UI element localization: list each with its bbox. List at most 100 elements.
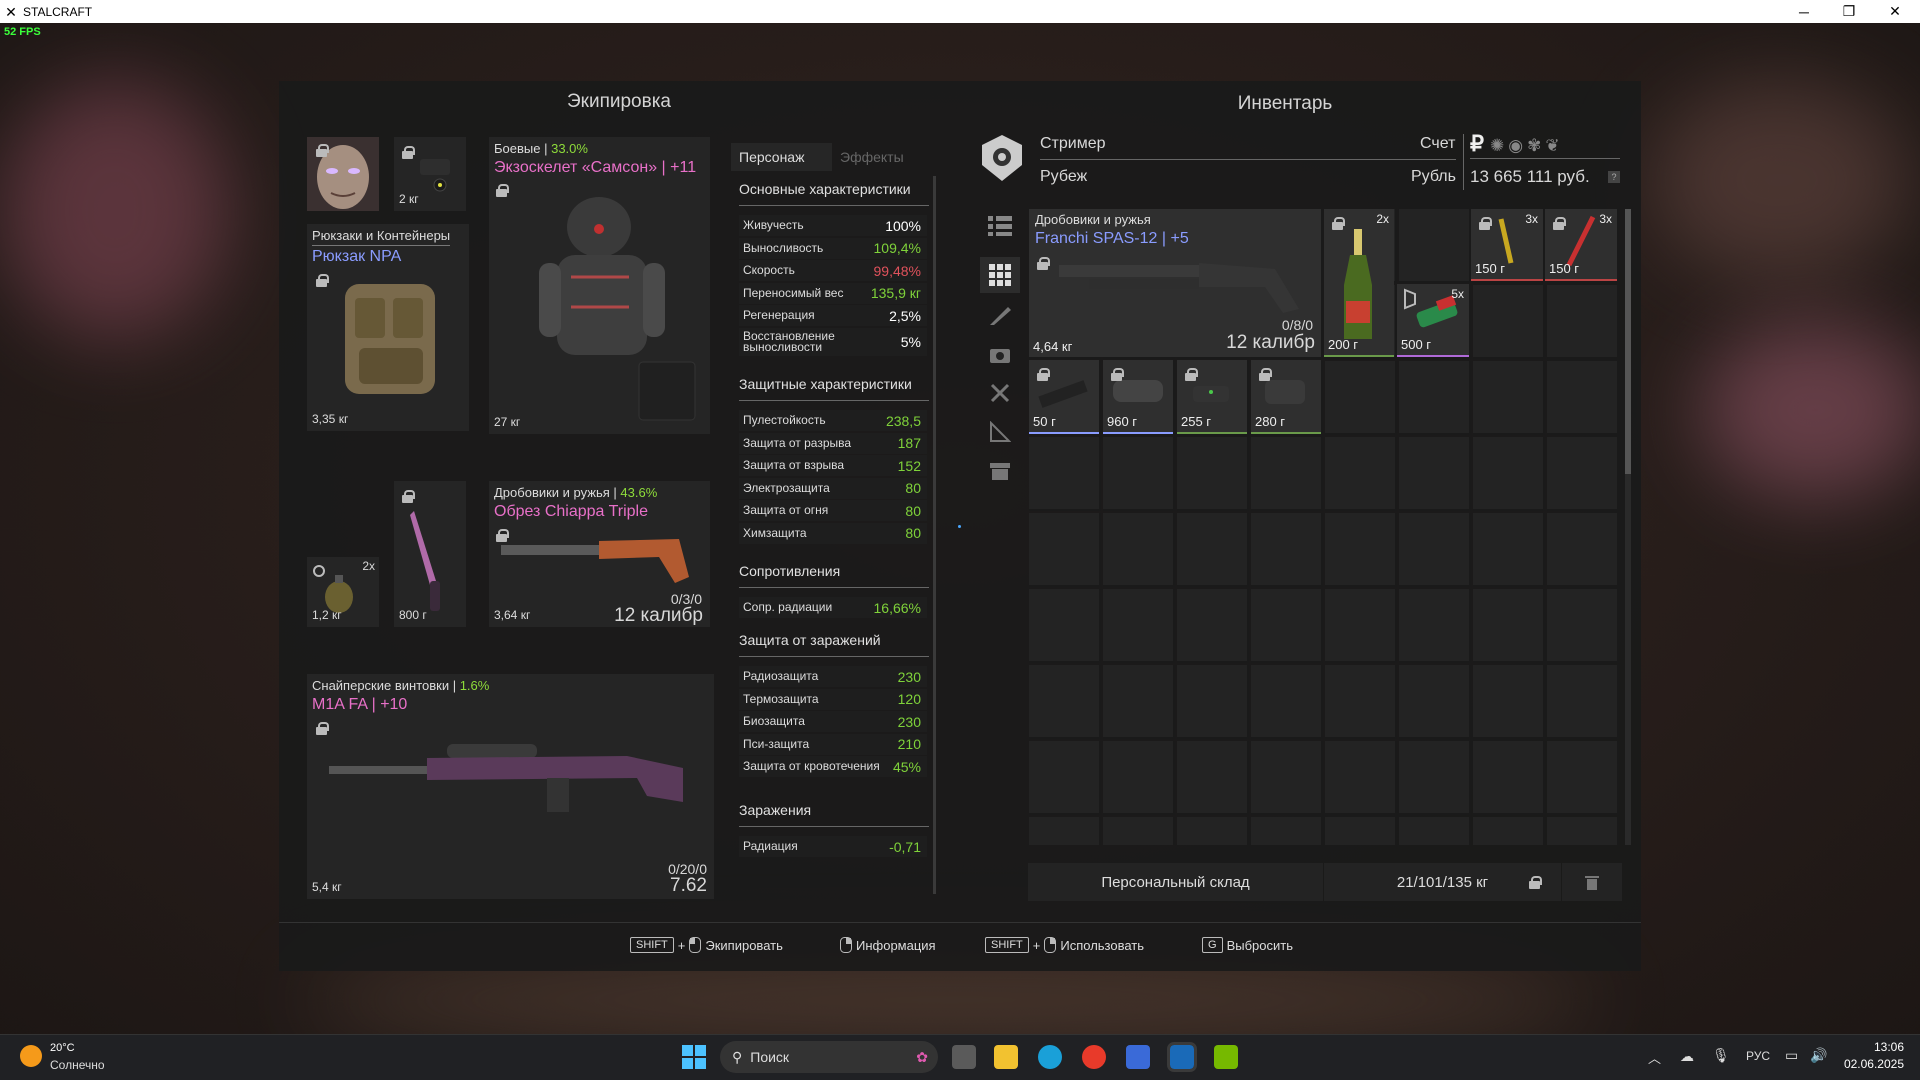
inventory-cell[interactable] — [1177, 589, 1249, 663]
language-indicator[interactable]: РУС — [1746, 1049, 1770, 1063]
filter-misc-button[interactable] — [980, 414, 1020, 450]
filter-devices-button[interactable] — [980, 336, 1020, 372]
inventory-cell[interactable] — [1177, 513, 1249, 587]
inventory-cell[interactable] — [1399, 665, 1471, 739]
start-button[interactable] — [682, 1045, 706, 1074]
face-slot[interactable] — [307, 137, 379, 211]
filter-weapons-button[interactable] — [980, 297, 1020, 333]
minimize-button[interactable]: ─ — [1781, 0, 1827, 23]
inventory-cell[interactable] — [1251, 513, 1323, 587]
inventory-cell[interactable] — [1547, 817, 1619, 845]
inventory-cell[interactable] — [1547, 285, 1619, 359]
inventory-cell[interactable] — [1251, 437, 1323, 511]
inventory-cell[interactable] — [1325, 437, 1397, 511]
inventory-item-medkit[interactable]: 5x 500 г — [1397, 284, 1469, 357]
paw-currency-icon[interactable]: ✾ — [1527, 136, 1541, 156]
inventory-scrollbar[interactable] — [1625, 209, 1631, 845]
help-icon[interactable]: ? — [1608, 171, 1620, 183]
inventory-item-flare-red[interactable]: 3x 150 г — [1545, 209, 1617, 281]
nvidia-icon[interactable] — [1214, 1045, 1238, 1069]
inventory-cell[interactable] — [1473, 665, 1545, 739]
tab-character[interactable]: Персонаж — [731, 143, 832, 171]
inventory-item-rail[interactable]: 50 г — [1029, 360, 1099, 434]
head-device-slot[interactable]: 2 кг — [394, 137, 466, 211]
stats-scrollbar[interactable] — [933, 176, 936, 894]
inventory-cell[interactable] — [1399, 209, 1471, 283]
inventory-cell[interactable] — [1325, 513, 1397, 587]
inventory-cell[interactable] — [1103, 437, 1175, 511]
ruble-icon[interactable]: ₽ — [1470, 131, 1484, 157]
edge-browser-icon[interactable] — [1038, 1045, 1062, 1069]
clock-time[interactable]: 13:06 — [1844, 1040, 1904, 1054]
inventory-cell[interactable] — [1103, 665, 1175, 739]
tray-chevron-icon[interactable]: ︿ — [1648, 1048, 1661, 1067]
inventory-cell[interactable] — [1547, 665, 1619, 739]
close-button[interactable]: ✕ — [1872, 0, 1918, 23]
inventory-cell[interactable] — [1103, 817, 1175, 845]
lock-items-button[interactable] — [1508, 863, 1561, 901]
inventory-scroll-thumb[interactable] — [1625, 209, 1631, 474]
inventory-cell[interactable] — [1473, 361, 1545, 435]
microphone-icon[interactable]: 🎙 — [1712, 1047, 1730, 1064]
secondary-weapon-slot[interactable]: Дробовики и ружья | 43.6% Обрез Chiappa … — [489, 481, 710, 627]
grenade-slot[interactable]: 2x 1,2 кг — [307, 557, 379, 627]
inventory-cell[interactable] — [1399, 361, 1471, 435]
primary-weapon-slot[interactable]: Снайперские винтовки | 1.6% M1A FA | +10… — [307, 674, 714, 899]
inventory-cell[interactable] — [1547, 513, 1619, 587]
yandex-browser-icon[interactable] — [1082, 1045, 1106, 1069]
inventory-cell[interactable] — [1029, 817, 1101, 845]
inventory-cell[interactable] — [1251, 665, 1323, 739]
inventory-item-scope2[interactable]: 255 г — [1177, 360, 1247, 434]
feather-currency-icon[interactable]: ❦ — [1545, 136, 1559, 156]
filter-list-button[interactable] — [980, 208, 1020, 244]
inventory-cell[interactable] — [1399, 741, 1471, 815]
inventory-item-scope3[interactable]: 280 г — [1251, 360, 1321, 434]
inventory-cell[interactable] — [1251, 817, 1323, 845]
filter-tools-button[interactable] — [980, 375, 1020, 411]
task-view-icon[interactable] — [952, 1045, 976, 1069]
inventory-cell[interactable] — [1103, 589, 1175, 663]
inventory-cell[interactable] — [1473, 817, 1545, 845]
inventory-cell[interactable] — [1547, 589, 1619, 663]
inventory-cell[interactable] — [1399, 817, 1471, 845]
volume-icon[interactable]: 🔊 — [1810, 1047, 1827, 1064]
filter-grid-button[interactable] — [980, 257, 1020, 293]
inventory-cell[interactable] — [1399, 589, 1471, 663]
file-explorer-icon[interactable] — [994, 1045, 1018, 1069]
inventory-cell[interactable] — [1473, 741, 1545, 815]
inventory-cell[interactable] — [1251, 589, 1323, 663]
inventory-cell[interactable] — [1547, 361, 1619, 435]
inventory-cell[interactable] — [1029, 437, 1101, 511]
inventory-cell[interactable] — [1547, 437, 1619, 511]
filter-containers-button[interactable] — [980, 453, 1020, 489]
backpack-slot[interactable]: Рюкзаки и Контейнеры Рюкзак NPA 3,35 кг — [307, 224, 469, 431]
inventory-item-champagne[interactable]: 2x 200 г — [1324, 209, 1394, 357]
inventory-cell[interactable] — [1473, 285, 1545, 359]
personal-storage-button[interactable]: Персональный склад — [1028, 863, 1323, 901]
inventory-cell[interactable] — [1473, 437, 1545, 511]
inventory-cell[interactable] — [1473, 589, 1545, 663]
knife-slot[interactable]: 800 г — [394, 481, 466, 627]
inventory-item-scope1[interactable]: 960 г — [1103, 360, 1173, 434]
inventory-cell[interactable] — [1029, 513, 1101, 587]
inventory-weapon-spas12[interactable]: Дробовики и ружья Franchi SPAS-12 | +5 0… — [1029, 209, 1321, 357]
inventory-cell[interactable] — [1103, 513, 1175, 587]
maximize-button[interactable]: ❐ — [1826, 0, 1872, 23]
inventory-cell[interactable] — [1029, 589, 1101, 663]
inventory-cell[interactable] — [1399, 437, 1471, 511]
inventory-cell[interactable] — [1325, 589, 1397, 663]
taskbar-search[interactable]: ⚲ Поиск ✿ — [720, 1041, 938, 1073]
inventory-item-flare-yellow[interactable]: 3x 150 г — [1471, 209, 1543, 281]
inventory-cell[interactable] — [1177, 741, 1249, 815]
inventory-cell[interactable] — [1251, 741, 1323, 815]
inventory-cell[interactable] — [1177, 817, 1249, 845]
onedrive-icon[interactable]: ☁ — [1680, 1048, 1694, 1065]
weather-sun-icon[interactable] — [20, 1045, 42, 1067]
inventory-cell[interactable] — [1029, 741, 1101, 815]
inventory-cell[interactable] — [1029, 665, 1101, 739]
network-icon[interactable]: ▭ — [1785, 1047, 1798, 1064]
gear-currency-icon[interactable]: ✺ — [1490, 136, 1504, 156]
inventory-cell[interactable] — [1177, 665, 1249, 739]
inventory-cell[interactable] — [1473, 513, 1545, 587]
clock-date[interactable]: 02.06.2025 — [1834, 1057, 1904, 1071]
